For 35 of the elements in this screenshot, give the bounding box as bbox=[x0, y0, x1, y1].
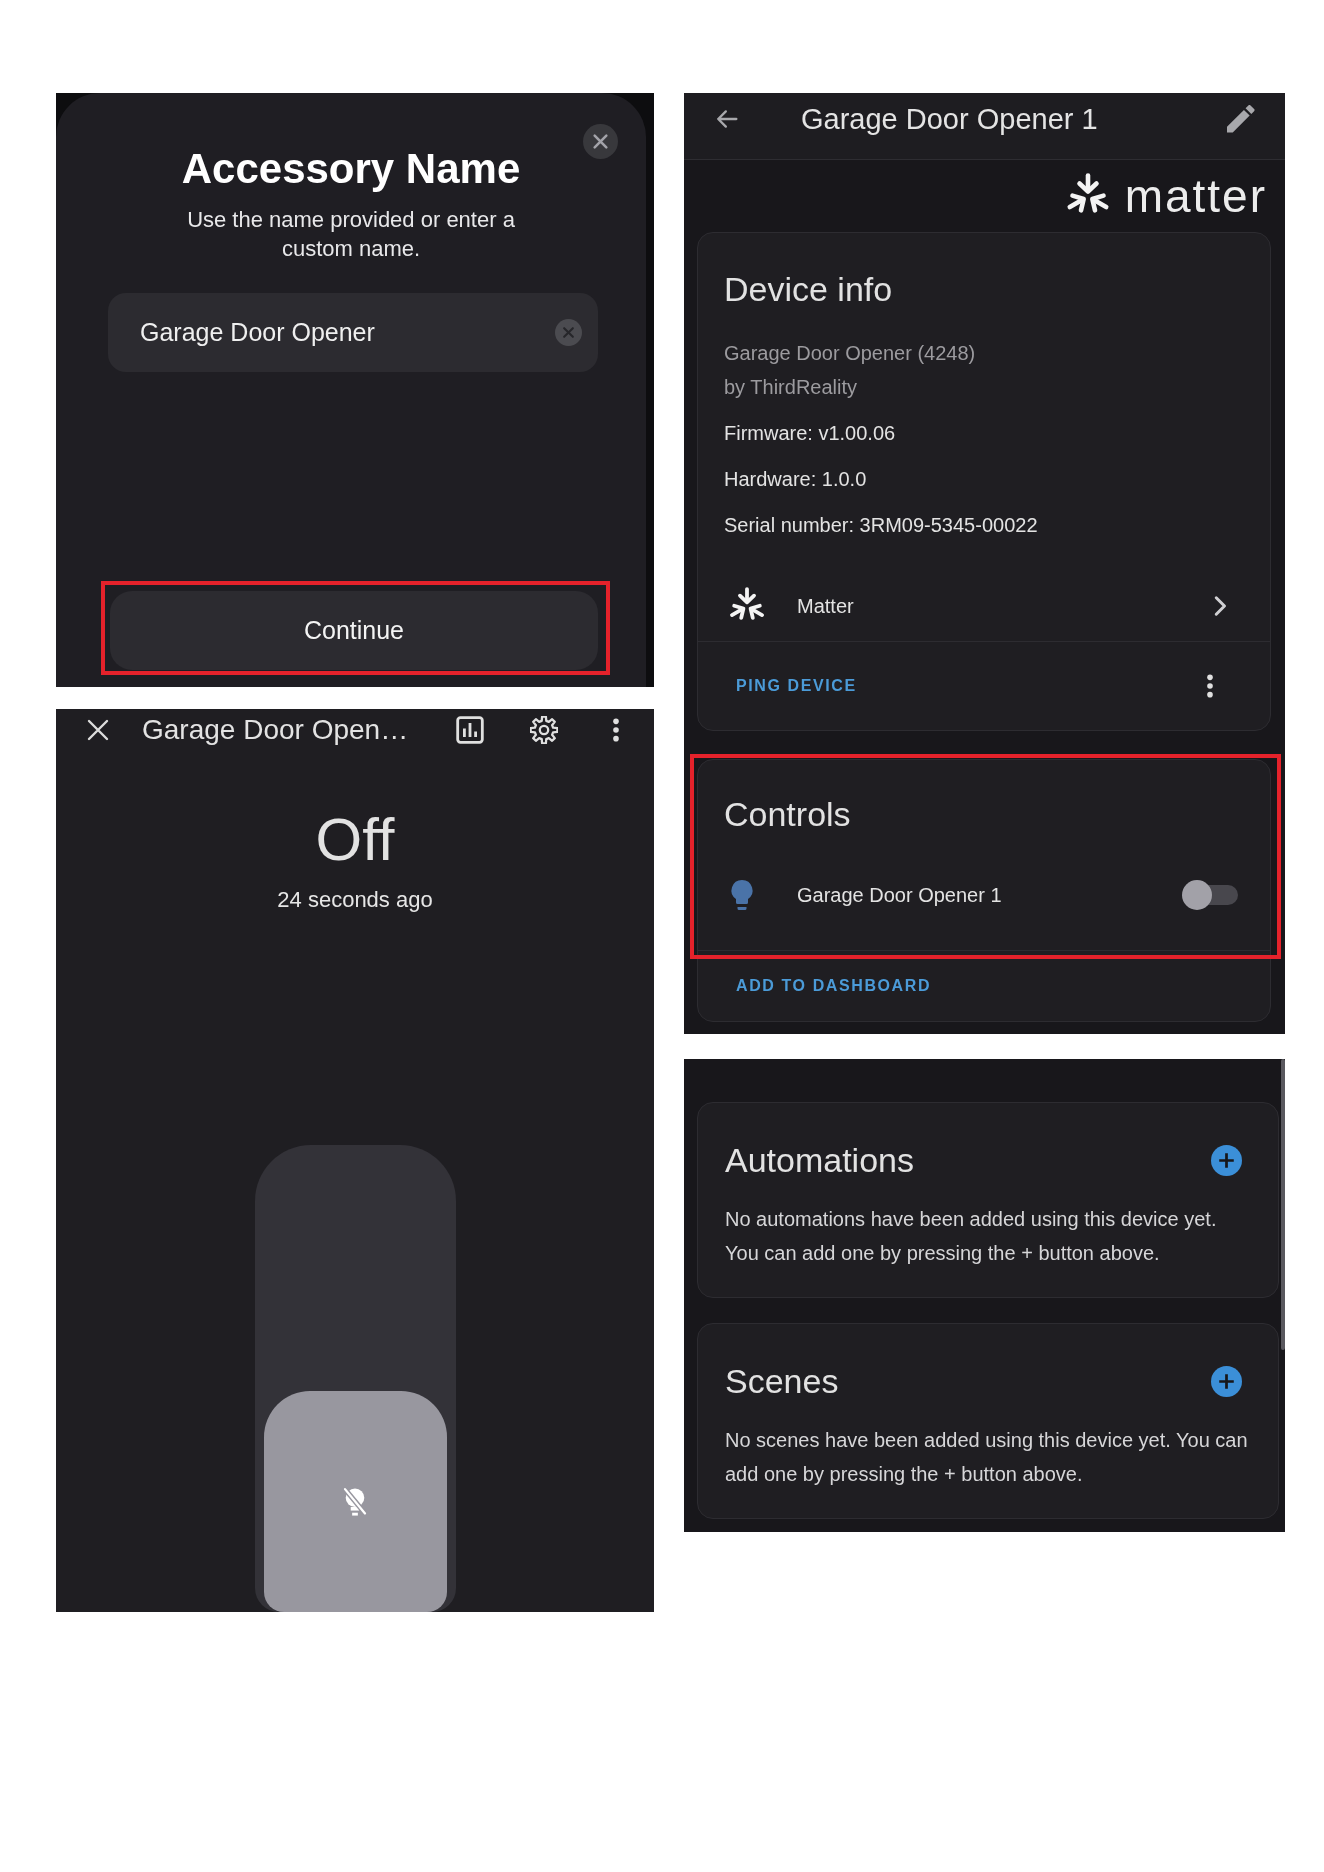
settings-icon[interactable] bbox=[530, 716, 558, 744]
detail-text: Firmware: v1.00.06 bbox=[724, 421, 897, 446]
empty-state-text: No scenes have been added using this device yet. You can add one by pressing the + button above. bbox=[725, 1428, 1249, 1487]
dialog-title: Accessory Name bbox=[181, 145, 521, 193]
add-icon[interactable] bbox=[1211, 1144, 1242, 1176]
empty-state-text: No automations have been added using this device yet. You can add one by pressing the + button above. bbox=[725, 1207, 1218, 1266]
card-title: Scenes bbox=[725, 1361, 839, 1401]
card-title: Controls bbox=[724, 794, 852, 834]
page-title: Garage Door Opener 1 bbox=[801, 105, 1099, 133]
continue-button[interactable]: Continue bbox=[110, 591, 598, 670]
integration-link[interactable]: Matter bbox=[797, 594, 1208, 618]
card-title: Device info bbox=[724, 269, 894, 309]
add-icon[interactable] bbox=[1211, 1365, 1242, 1397]
close-icon[interactable] bbox=[583, 124, 618, 159]
card-title: Automations bbox=[725, 1140, 914, 1180]
last-changed-text: 24 seconds ago bbox=[277, 886, 433, 914]
add-to-dashboard-button[interactable]: ADD TO DASHBOARD bbox=[736, 977, 932, 995]
chart-icon[interactable] bbox=[456, 716, 484, 744]
dialog-subtitle: Use the name provided or enter a custom name. bbox=[186, 206, 516, 263]
logo-text: matter bbox=[1124, 171, 1267, 221]
dialog-title: Garage Door Open… bbox=[142, 714, 410, 746]
pencil-icon[interactable] bbox=[1227, 105, 1255, 133]
detail-text: Serial number: 3RM09-5345-00022 bbox=[724, 513, 1039, 538]
toggle-thumb[interactable] bbox=[263, 1391, 447, 1612]
model-text: Garage Door Opener (4248) bbox=[724, 341, 977, 366]
entity-name: Garage Door Opener 1 bbox=[797, 883, 1003, 907]
scrollbar[interactable] bbox=[1281, 1059, 1285, 1350]
close-icon[interactable] bbox=[86, 718, 110, 742]
detail-text: Hardware: 1.0.0 bbox=[724, 467, 868, 492]
toggle-switch[interactable] bbox=[1182, 880, 1238, 910]
manufacturer-text: by ThirdReality bbox=[724, 375, 859, 400]
toggle-track[interactable] bbox=[254, 1145, 456, 1612]
state-text: Off bbox=[315, 805, 395, 875]
ping-device-button[interactable]: PING DEVICE bbox=[736, 677, 857, 695]
name-field[interactable]: Garage Door Opener bbox=[108, 293, 598, 372]
